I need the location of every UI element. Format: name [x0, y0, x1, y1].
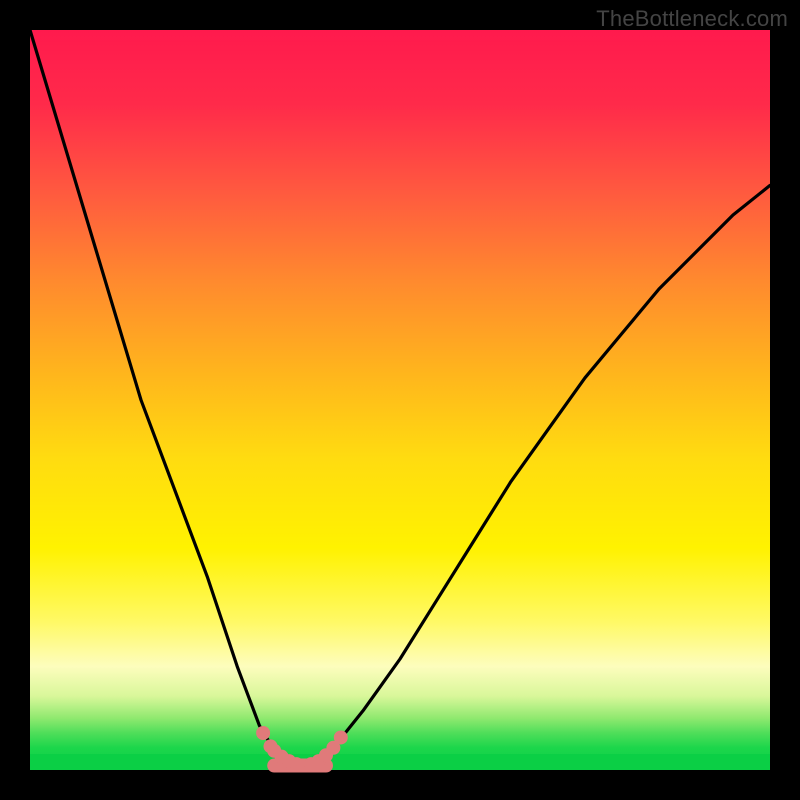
marker-dot	[256, 726, 270, 740]
curve-group	[30, 30, 770, 773]
bottleneck-curve-svg	[30, 30, 770, 770]
watermark-text: TheBottleneck.com	[596, 6, 788, 32]
chart-frame: TheBottleneck.com	[0, 0, 800, 800]
bottleneck-curve	[30, 30, 770, 766]
plot-area	[30, 30, 770, 770]
marker-dot	[334, 730, 348, 744]
